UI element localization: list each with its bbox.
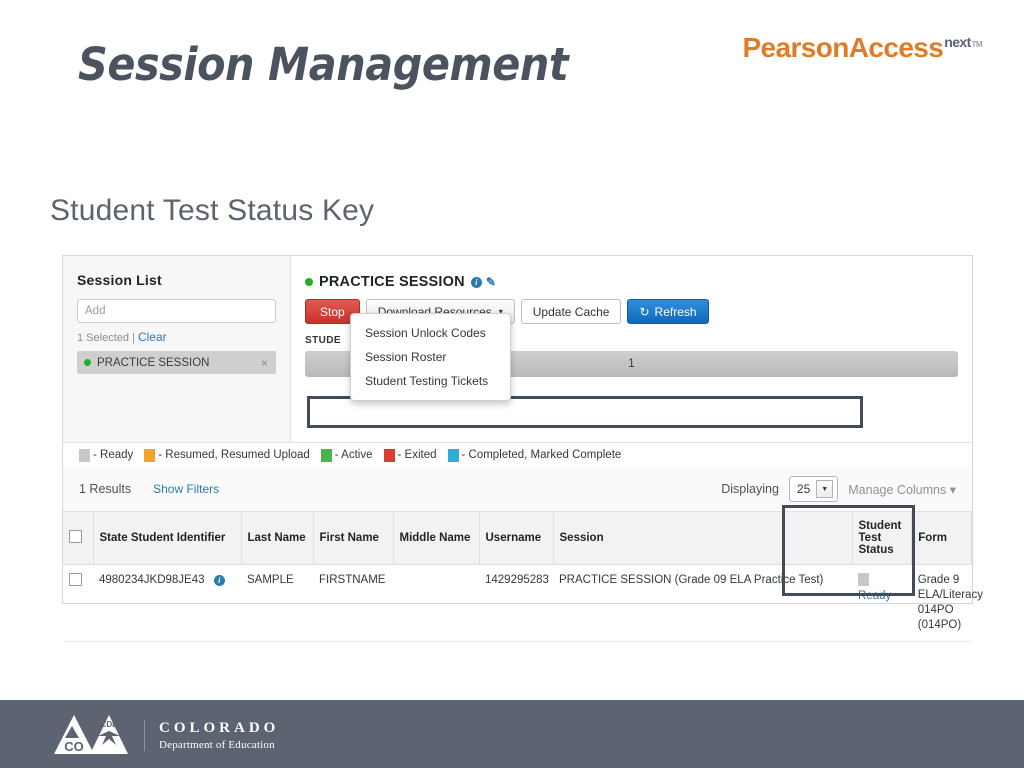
clear-selection-link[interactable]: Clear — [138, 330, 167, 344]
footer-org-name: COLORADO — [159, 719, 280, 736]
legend-item-active: - Active — [320, 448, 373, 462]
page-size-select[interactable]: 25 ▼ — [788, 476, 839, 502]
chevron-down-icon: ▼ — [816, 480, 834, 498]
column-header-middle-name[interactable]: Middle Name — [393, 512, 480, 565]
results-count: 1 Results — [79, 482, 132, 496]
column-header-state-student-identifier[interactable]: State Student Identifier — [93, 512, 242, 565]
session-chip-practice-session[interactable]: PRACTICE SESSION × — [77, 351, 276, 374]
session-top-row: Session List Add 1 Selected | Clear PRAC… — [63, 256, 972, 443]
session-title-text: PRACTICE SESSION — [319, 274, 465, 290]
legend-item-ready: - Ready — [79, 448, 134, 462]
show-filters-link[interactable]: Show Filters — [153, 482, 219, 496]
table-row[interactable]: 4980234JKD98JE43 i SAMPLE FIRSTNAME 1429… — [63, 564, 983, 642]
checkbox-icon[interactable] — [69, 530, 82, 543]
column-header-last-name[interactable]: Last Name — [241, 512, 314, 565]
session-status-dot-icon — [84, 359, 91, 366]
legend-swatch-resumed — [144, 448, 156, 462]
cde-seal-icon: CO CDE — [54, 715, 128, 754]
legend-label-completed: - Completed, Marked Complete — [461, 449, 622, 461]
legend-item-resumed: - Resumed, Resumed Upload — [144, 448, 310, 462]
table-header-row: State Student Identifier Last Name First… — [63, 512, 972, 565]
column-header-student-test-status[interactable]: Student Test Status — [852, 512, 913, 565]
results-toolbar-right: Displaying 25 ▼ Manage Columns ▾ — [721, 476, 956, 502]
session-list-title: Session List — [77, 272, 162, 288]
info-icon[interactable]: i — [470, 276, 482, 288]
download-resources-menu[interactable]: Session Unlock Codes Session Roster Stud… — [350, 313, 511, 401]
status-legend: - Ready - Resumed, Resumed Upload - Acti… — [63, 443, 972, 467]
session-chip-label: PRACTICE SESSION — [97, 356, 210, 369]
legend-swatch-ready — [79, 448, 90, 462]
manage-columns-label: Manage Columns — [848, 482, 947, 497]
legend-item-completed: - Completed, Marked Complete — [447, 448, 622, 462]
cell-student-test-status: Ready — [852, 564, 912, 642]
menu-item-student-testing-tickets[interactable]: Student Testing Tickets — [351, 369, 510, 393]
legend-label-active: - Active — [334, 449, 373, 461]
session-active-dot-icon — [305, 278, 313, 286]
legend-swatch-exited — [383, 448, 395, 462]
results-toolbar: 1 Results Show Filters Displaying 25 ▼ M… — [63, 467, 972, 512]
session-detail-title: PRACTICE SESSION i ✎ — [305, 274, 958, 290]
legend-label-exited: - Exited — [397, 449, 437, 461]
cell-last-name: SAMPLE — [241, 564, 313, 642]
legend-item-exited: - Exited — [383, 448, 437, 462]
pearsonaccess-next-logo: PearsonAccessnextTM — [742, 32, 982, 64]
app-screenshot: Session List Add 1 Selected | Clear PRAC… — [62, 255, 983, 642]
chevron-down-icon: ▾ — [949, 482, 956, 497]
cell-form: Grade 9 ELA/Literacy 014PO (014PO) — [911, 564, 983, 642]
session-list-panel: Session List Add 1 Selected | Clear PRAC… — [63, 256, 291, 442]
footer-org-dept: Department of Education — [159, 738, 275, 751]
refresh-label: Refresh — [654, 304, 697, 319]
column-header-first-name[interactable]: First Name — [313, 512, 394, 565]
legend-swatch-active — [320, 448, 332, 462]
section-subtitle: Student Test Status Key — [50, 194, 375, 227]
menu-item-session-roster[interactable]: Session Roster — [351, 345, 510, 369]
refresh-icon: ↻ — [639, 304, 650, 319]
displaying-label: Displaying — [721, 482, 779, 496]
refresh-button[interactable]: ↻ Refresh — [627, 299, 709, 324]
student-results-table: State Student Identifier Last Name First… — [63, 512, 983, 642]
selected-count: 1 Selected — [77, 332, 129, 344]
cell-middle-name — [393, 564, 479, 642]
legend-swatch-completed — [447, 448, 459, 462]
legend-label-ready: - Ready — [93, 449, 134, 461]
brand-name: PearsonAccess — [742, 32, 944, 63]
student-test-status-value[interactable]: Ready — [858, 590, 891, 602]
pencil-icon[interactable]: ✎ — [486, 275, 496, 289]
manage-columns-button[interactable]: Manage Columns ▾ — [848, 482, 956, 497]
session-selection-meta: 1 Selected | Clear — [77, 330, 276, 344]
status-swatch-ready — [858, 573, 870, 586]
brand-trademark: TM — [971, 39, 983, 49]
cell-state-student-identifier: 4980234JKD98JE43 i — [93, 564, 241, 642]
update-cache-button[interactable]: Update Cache — [520, 299, 622, 324]
column-header-session[interactable]: Session — [553, 512, 853, 565]
close-icon[interactable]: × — [261, 356, 268, 370]
page-title: Session Management — [78, 38, 569, 91]
session-detail-panel: PRACTICE SESSION i ✎ Stop Download Resou… — [291, 256, 972, 442]
meta-separator: | — [132, 332, 135, 344]
legend-label-resumed: - Resumed, Resumed Upload — [158, 449, 310, 461]
info-icon[interactable]: i — [213, 575, 225, 586]
svg-text:CO: CO — [64, 739, 84, 754]
session-add-input[interactable]: Add — [77, 299, 276, 323]
colorado-department-of-education-logo: CO CDE COLORADO Department of Education — [52, 712, 279, 758]
svg-text:CDE: CDE — [101, 720, 119, 729]
checkbox-icon[interactable] — [69, 573, 82, 586]
select-all-header[interactable] — [63, 512, 94, 565]
column-header-form[interactable]: Form — [911, 512, 972, 565]
page-size-value: 25 — [796, 482, 811, 496]
column-header-username[interactable]: Username — [479, 512, 554, 565]
cell-username: 1429295283 — [479, 564, 553, 642]
cell-first-name: FIRSTNAME — [313, 564, 393, 642]
state-student-identifier-value: 4980234JKD98JE43 — [99, 574, 205, 586]
brand-superscript: next — [944, 33, 971, 50]
cell-session: PRACTICE SESSION (Grade 09 ELA Practice … — [553, 564, 853, 642]
row-select-cell[interactable] — [63, 564, 93, 642]
menu-item-session-unlock-codes[interactable]: Session Unlock Codes — [351, 321, 510, 345]
cde-wordmark: COLORADO Department of Education — [144, 719, 280, 751]
